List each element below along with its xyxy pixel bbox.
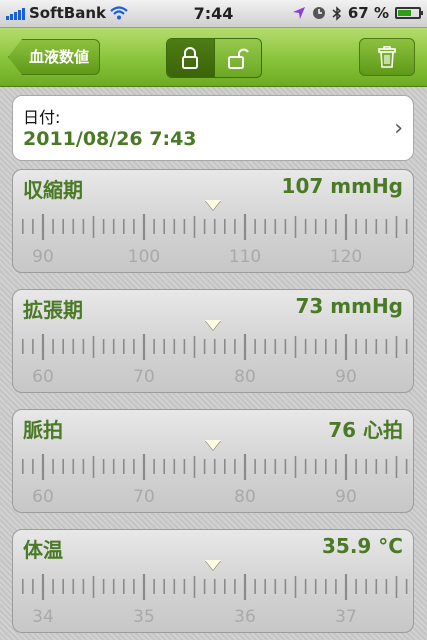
ruler-tick-label: 37 bbox=[335, 607, 357, 627]
slider-name: 体温 bbox=[23, 538, 63, 562]
date-row[interactable]: 日付: 2011/08/26 7:43 › bbox=[12, 95, 414, 161]
slider-pointer-icon bbox=[205, 200, 221, 210]
slider-value: 107 mmHg bbox=[281, 174, 403, 198]
ruler-tick-label: 80 bbox=[234, 487, 256, 507]
slider-name: 脈拍 bbox=[23, 418, 63, 442]
slider-value: 35.9 °C bbox=[322, 534, 403, 558]
slider-ruler[interactable]: 34 35 36 37 bbox=[13, 570, 414, 633]
status-bar: SoftBank 7:44 67 % bbox=[0, 0, 427, 28]
slider-ruler[interactable]: 60 70 80 90 bbox=[13, 330, 414, 393]
lock-closed-icon bbox=[182, 47, 199, 69]
battery-fill bbox=[398, 10, 411, 16]
clock-icon bbox=[312, 7, 325, 19]
diastolic-slider[interactable]: 拡張期 73 mmHg 60 70 80 90 bbox=[12, 289, 414, 393]
ruler-tick-label: 35 bbox=[133, 607, 155, 627]
ruler-tick-label: 80 bbox=[234, 367, 256, 387]
date-label: 日付: bbox=[23, 108, 61, 127]
ruler-tick-label: 60 bbox=[32, 367, 54, 387]
slider-name: 収縮期 bbox=[23, 178, 83, 202]
temperature-slider[interactable]: 体温 35.9 °C 34 35 36 37 bbox=[12, 529, 414, 633]
pulse-slider[interactable]: 脈拍 76 心拍 60 70 80 90 bbox=[12, 409, 414, 513]
lock-button[interactable] bbox=[167, 39, 214, 77]
slider-pointer-icon bbox=[205, 560, 221, 570]
trash-icon bbox=[378, 46, 396, 68]
ruler-tick-label: 36 bbox=[234, 607, 256, 627]
slider-ruler[interactable]: 60 70 80 90 bbox=[13, 450, 414, 513]
unlock-button[interactable] bbox=[213, 39, 261, 77]
ruler-tick-label: 34 bbox=[32, 607, 54, 627]
ruler-tick-label: 90 bbox=[335, 367, 357, 387]
date-value: 2011/08/26 7:43 bbox=[23, 128, 197, 150]
ruler-tick-label: 60 bbox=[32, 487, 54, 507]
battery-icon bbox=[395, 7, 423, 19]
ruler-tick-label: 70 bbox=[133, 487, 155, 507]
slider-pointer-icon bbox=[205, 320, 221, 330]
nav-bar: 血液数値 bbox=[0, 28, 427, 87]
bluetooth-icon bbox=[332, 5, 341, 21]
location-arrow-icon bbox=[292, 7, 305, 19]
ruler-tick-label: 70 bbox=[133, 367, 155, 387]
slider-value: 73 mmHg bbox=[295, 294, 403, 318]
slider-value: 76 心拍 bbox=[328, 418, 403, 442]
ruler-tick-label: 90 bbox=[335, 487, 357, 507]
ruler-tick-label: 100 bbox=[128, 247, 160, 267]
lock-segmented-control bbox=[166, 38, 262, 78]
content-area: 日付: 2011/08/26 7:43 › 収縮期 107 mmHg 90 100… bbox=[0, 87, 427, 640]
slider-name: 拡張期 bbox=[23, 298, 83, 322]
ruler-tick-label: 120 bbox=[330, 247, 362, 267]
systolic-slider[interactable]: 収縮期 107 mmHg 90 100 110 120 bbox=[12, 169, 414, 273]
battery-percent: 67 % bbox=[347, 4, 389, 22]
ruler-tick-label: 90 bbox=[32, 247, 54, 267]
ruler-tick-label: 110 bbox=[229, 247, 261, 267]
slider-ruler[interactable]: 90 100 110 120 bbox=[13, 210, 414, 273]
back-button[interactable]: 血液数値 bbox=[8, 39, 101, 75]
status-right: 67 % bbox=[292, 4, 423, 22]
lock-open-icon bbox=[227, 48, 249, 69]
slider-pointer-icon bbox=[205, 440, 221, 450]
delete-button[interactable] bbox=[359, 38, 415, 76]
chevron-right-icon: › bbox=[394, 116, 403, 141]
